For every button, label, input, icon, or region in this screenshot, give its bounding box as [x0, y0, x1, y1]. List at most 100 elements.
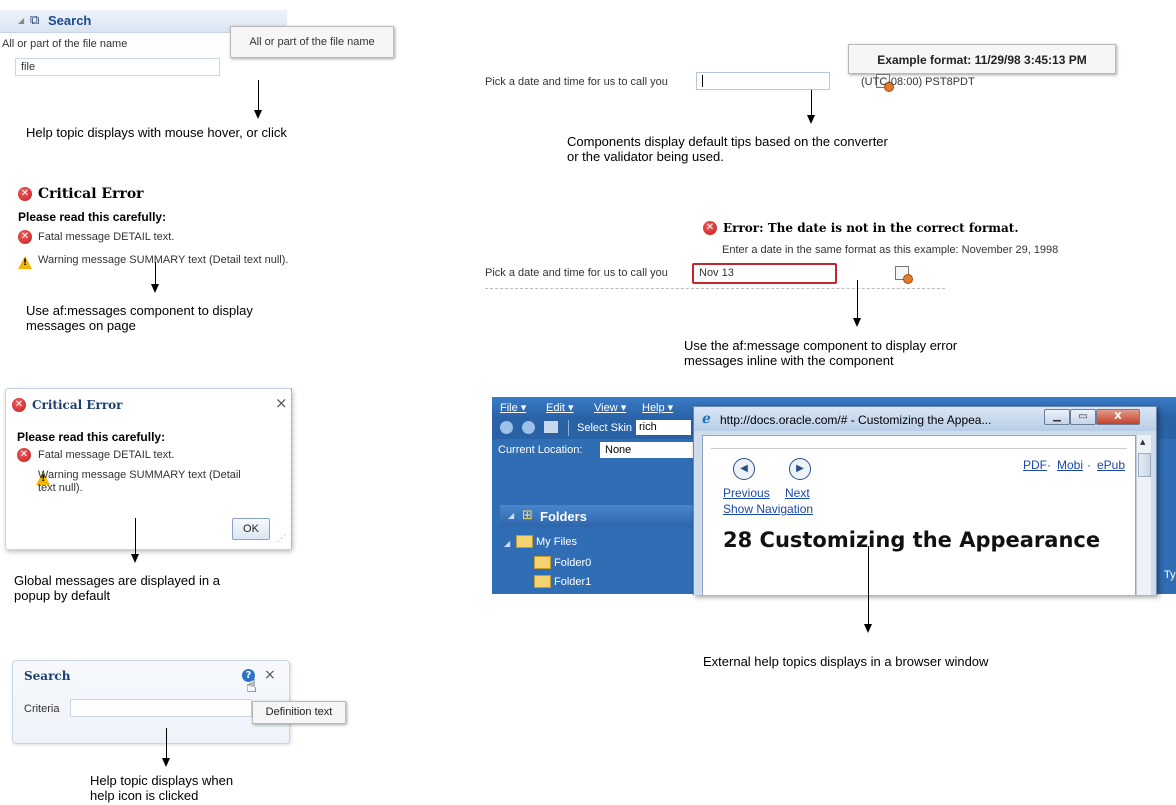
caption-help-icon-line1: Help topic displays when	[90, 773, 234, 788]
popup-subtitle: Please read this carefully:	[17, 430, 166, 444]
folders-title: Folders	[540, 509, 587, 524]
tree-item-folder1[interactable]: Folder1	[554, 576, 591, 588]
binoculars-icon: ⧉	[30, 13, 40, 28]
browser-scrollbar[interactable]: ▲	[1136, 435, 1151, 595]
folder-nav-icon[interactable]	[544, 421, 558, 433]
toolbar-separator	[568, 420, 569, 436]
warning-message: Warning message SUMMARY text (Detail tex…	[38, 254, 289, 266]
next-link[interactable]: Next	[785, 486, 810, 500]
skin-select[interactable]: rich	[636, 420, 691, 435]
folders-panel-header: ◢ ⊞ Folders	[500, 505, 700, 527]
critical-error-title: Critical Error	[38, 186, 144, 202]
caption-help-icon-line2: help icon is clicked	[90, 788, 199, 803]
tree-item-folder0[interactable]: Folder0	[554, 557, 591, 569]
browser-title: http://docs.oracle.com/# - Customizing t…	[720, 413, 992, 427]
arrow-head	[162, 758, 170, 767]
collapse-triangle-icon[interactable]: ◢	[18, 16, 24, 25]
inline-error-title: Error: The date is not in the correct fo…	[723, 221, 1019, 235]
link-separator: ·	[1047, 458, 1051, 472]
popup-warning-message-line1: Warning message SUMMARY text (Detail	[38, 469, 241, 481]
arrow-head	[853, 318, 861, 327]
text-caret	[702, 75, 703, 87]
arrow-head	[807, 115, 815, 124]
inline-error-icon: ✕	[703, 221, 717, 235]
menu-help[interactable]: Help ▾	[642, 401, 673, 414]
pdf-link[interactable]: PDF	[1023, 458, 1047, 472]
definition-tooltip-text: Definition text	[265, 706, 333, 718]
tree-expand-icon[interactable]: ◢	[504, 539, 510, 548]
window-close-button[interactable]: X	[1096, 409, 1140, 425]
menu-view[interactable]: View ▾	[594, 401, 626, 414]
caption-inline-line2: messages inline with the component	[684, 353, 894, 368]
current-location-value: None	[605, 444, 632, 456]
menu-edit[interactable]: Edit ▾	[546, 401, 574, 414]
caption-converter-line2: or the validator being used.	[567, 149, 724, 164]
file-name-label: All or part of the file name	[2, 38, 128, 50]
arrow-line	[857, 280, 858, 320]
folder-icon	[516, 535, 533, 548]
scroll-thumb[interactable]	[1138, 453, 1151, 477]
previous-link[interactable]: Previous	[723, 486, 770, 500]
mobi-link[interactable]: Mobi	[1057, 458, 1083, 472]
skin-select-value: rich	[639, 421, 657, 433]
inline-date-input[interactable]: Nov 13	[692, 263, 837, 284]
show-navigation-link[interactable]: Show Navigation	[723, 502, 813, 516]
epub-link[interactable]: ePub	[1097, 458, 1125, 472]
format-tooltip: Example format: 11/29/98 3:45:13 PM	[848, 44, 1116, 74]
current-location-label: Current Location:	[498, 444, 583, 456]
current-location-select[interactable]: None	[600, 442, 700, 458]
fatal-message: Fatal message DETAIL text.	[38, 231, 175, 243]
search-panel-close-button[interactable]: ×	[264, 667, 276, 683]
content-top-rule	[711, 448, 1127, 449]
browser-window: ℯ http://docs.oracle.com/# - Customizing…	[693, 406, 1157, 595]
file-name-tooltip: All or part of the file name	[230, 26, 394, 58]
clipped-row-fragment	[485, 288, 945, 290]
arrow-head	[131, 554, 139, 563]
popup-title: Critical Error	[32, 398, 123, 412]
arrow-line	[811, 90, 812, 115]
browser-content: ◀ ▶ Previous Next Show Navigation PDF · …	[702, 435, 1136, 595]
arrow-head	[151, 284, 159, 293]
critical-error-icon: ✕	[18, 187, 32, 201]
definition-tooltip: Definition text	[252, 701, 346, 724]
maximize-button[interactable]: ▭	[1070, 409, 1096, 425]
popup-fatal-message: Fatal message DETAIL text.	[38, 449, 175, 461]
inline-date-picker-icon[interactable]	[895, 266, 914, 284]
browser-titlebar: ℯ http://docs.oracle.com/# - Customizing…	[694, 407, 1156, 431]
folders-collapse-icon[interactable]: ◢	[508, 511, 514, 520]
arrow-line	[258, 80, 259, 112]
caption-popup-line1: Global messages are displayed in a	[14, 573, 220, 588]
folder-icon	[534, 575, 551, 588]
arrow-line	[868, 546, 869, 626]
file-name-input[interactable]: file	[15, 58, 220, 76]
ok-button-label: OK	[243, 523, 259, 535]
search-header-title: Search	[48, 13, 92, 28]
select-skin-label: Select Skin	[577, 422, 633, 434]
folders-tree-icon: ⊞	[522, 508, 533, 523]
popup-close-button[interactable]: ×	[275, 394, 288, 412]
chapter-heading: 28 Customizing the Appearance	[723, 528, 1101, 552]
forward-icon[interactable]	[522, 421, 535, 434]
scroll-up-icon[interactable]: ▲	[1140, 438, 1145, 446]
resize-grip-icon[interactable]: ⋰	[277, 534, 286, 544]
next-icon[interactable]: ▶	[789, 458, 811, 480]
format-tooltip-text: Example format: 11/29/98 3:45:13 PM	[877, 53, 1087, 67]
previous-icon[interactable]: ◀	[733, 458, 755, 480]
date-input[interactable]	[696, 72, 830, 90]
arrow-line	[155, 262, 156, 286]
tree-item-my-files[interactable]: My Files	[536, 536, 577, 548]
arrow-head	[254, 110, 262, 119]
arrow-head	[864, 624, 872, 633]
messages-subtitle: Please read this carefully:	[18, 210, 167, 224]
menu-file[interactable]: File ▾	[500, 401, 526, 414]
dialog-edge-fragment	[291, 388, 294, 548]
arrow-line	[135, 518, 136, 556]
back-icon[interactable]	[500, 421, 513, 434]
criteria-input[interactable]	[70, 699, 252, 717]
timezone-label: (UTC-08:00) PST8PDT	[861, 76, 975, 88]
caption-inline-line1: Use the af:message component to display …	[684, 338, 958, 353]
ok-button[interactable]: OK	[232, 518, 270, 540]
folder-icon	[534, 556, 551, 569]
minimize-button[interactable]: ▁	[1044, 409, 1070, 425]
criteria-label: Criteria	[24, 703, 60, 715]
